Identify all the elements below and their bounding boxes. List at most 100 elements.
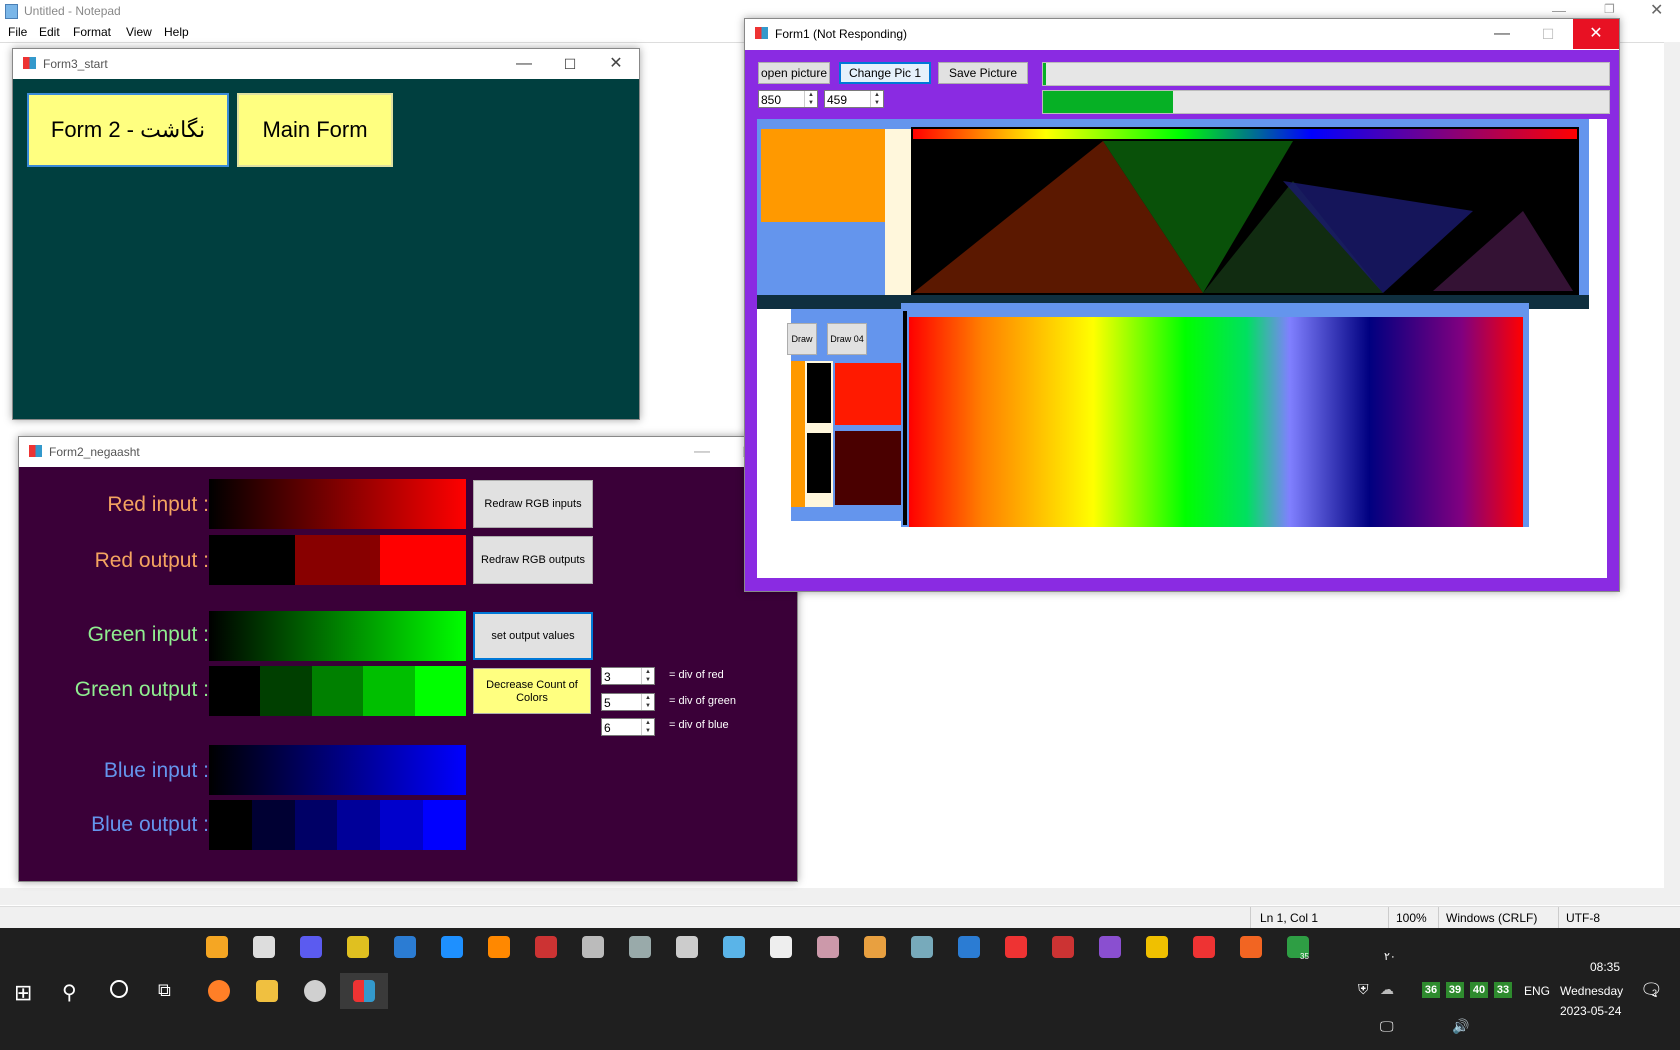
red-input-label: Red input : <box>107 493 209 516</box>
calculator-icon[interactable] <box>676 936 698 958</box>
firefox-icon[interactable] <box>208 980 230 1002</box>
redraw-rgb-inputs-button[interactable]: Redraw RGB inputs <box>473 480 593 528</box>
picture-box: Draw 03 Draw 04 <box>757 119 1607 578</box>
clock-day[interactable]: Wednesday <box>1560 984 1623 998</box>
chat-icon[interactable] <box>300 936 322 958</box>
main-form-button[interactable]: Main Form <box>237 93 393 167</box>
menu-help[interactable]: Help <box>164 25 189 39</box>
blue-output-steps <box>209 800 466 850</box>
form3-window: Form3_start — ☐ ✕ Form 2 - نگاشت Main Fo… <box>12 48 640 420</box>
form2-button[interactable]: Form 2 - نگاشت <box>27 93 229 167</box>
form2-title-bar: Form2_negaasht — ☐ <box>19 437 797 467</box>
file-explorer-icon[interactable] <box>256 980 278 1002</box>
menu-view[interactable]: View <box>126 25 152 39</box>
height-input[interactable]: 459 ▲ ▼ <box>824 90 884 108</box>
thumbnail-left-panel: Draw 03 Draw 04 <box>787 309 901 521</box>
vlc-icon[interactable] <box>488 936 510 958</box>
div-green-input[interactable]: 5 ▲ ▼ <box>601 693 655 711</box>
piano-icon[interactable] <box>770 936 792 958</box>
l-app-icon[interactable] <box>958 936 980 958</box>
close-icon[interactable]: ✕ <box>1573 19 1619 49</box>
cortana-icon[interactable] <box>110 980 128 998</box>
decrease-colors-button[interactable]: Decrease Count of Colors <box>473 668 591 714</box>
volume-icon[interactable]: 🔊 <box>1452 1018 1469 1035</box>
thumbnail-graph <box>911 127 1579 295</box>
search-icon[interactable]: ⚲ <box>62 980 77 1005</box>
language-indicator[interactable]: ENG <box>1524 984 1550 998</box>
close-icon[interactable]: ✕ <box>593 49 639 79</box>
notepad-icon <box>5 4 18 19</box>
change-pic-button[interactable]: Change Pic 1 <box>839 62 931 84</box>
globe-icon[interactable] <box>441 936 463 958</box>
tray-number-3: 40 <box>1470 982 1488 998</box>
menu-edit[interactable]: Edit <box>39 25 60 39</box>
redraw-rgb-outputs-button[interactable]: Redraw RGB outputs <box>473 536 593 584</box>
x-app-icon[interactable] <box>1146 936 1168 958</box>
notepad-status-bar: Ln 1, Col 1 100% Windows (CRLF) UTF-8 <box>0 906 1680 929</box>
spinner-icon[interactable]: ▲ ▼ <box>641 668 654 684</box>
task-view-icon[interactable]: ⧉ <box>158 980 171 1001</box>
network-off-icon[interactable]: ☁ <box>1380 981 1394 998</box>
rainbow-frame <box>901 303 1529 527</box>
drive-icon[interactable] <box>629 936 651 958</box>
palette-icon[interactable] <box>817 936 839 958</box>
vscode-icon[interactable] <box>394 936 416 958</box>
spinner-icon[interactable]: ▲ ▼ <box>641 694 654 710</box>
image-icon[interactable] <box>911 936 933 958</box>
rainbow-gradient <box>909 317 1523 527</box>
net-icon[interactable] <box>582 936 604 958</box>
open-picture-button[interactable]: open picture <box>758 62 830 84</box>
vs-icon[interactable] <box>1099 936 1121 958</box>
spinner-icon[interactable]: ▲ ▼ <box>641 719 654 735</box>
winforms-app-icon[interactable] <box>353 980 375 1002</box>
maximize-icon[interactable]: ☐ <box>1525 19 1571 49</box>
restore-icon[interactable]: ❐ <box>1604 2 1615 16</box>
iv-icon[interactable] <box>1193 936 1215 958</box>
media-icon[interactable] <box>206 936 228 958</box>
save-picture-button[interactable]: Save Picture <box>938 62 1028 84</box>
form1-title: Form1 (Not Responding) <box>775 27 908 41</box>
maximize-icon[interactable]: ☐ <box>547 49 593 79</box>
menu-file[interactable]: File <box>8 25 27 39</box>
orange-app-icon[interactable] <box>1240 936 1262 958</box>
book-icon[interactable] <box>723 936 745 958</box>
paint-icon[interactable] <box>347 936 369 958</box>
div-red-label: = div of red <box>669 669 724 681</box>
cursor-position: Ln 1, Col 1 <box>1260 911 1319 925</box>
vertical-scrollbar[interactable] <box>1664 42 1680 905</box>
form3-title-bar: Form3_start — ☐ ✕ <box>13 49 639 79</box>
grid-app-icon[interactable] <box>1052 936 1074 958</box>
spinner-icon[interactable]: ▲ ▼ <box>870 91 883 107</box>
menu-format[interactable]: Format <box>73 25 111 39</box>
spinner-icon[interactable]: ▲ ▼ <box>804 91 817 107</box>
green-output-steps <box>209 666 467 716</box>
horizontal-scrollbar[interactable] <box>0 888 1664 905</box>
photos-icon[interactable] <box>864 936 886 958</box>
shield-icon[interactable]: ⛨ <box>1358 981 1369 998</box>
tray-number-4: 33 <box>1494 982 1512 998</box>
display-icon[interactable]: 🖵 <box>1380 1018 1394 1035</box>
progress-bar-1 <box>1042 62 1610 86</box>
mic-icon[interactable] <box>253 936 275 958</box>
clock-date[interactable]: 2023-05-24 <box>1560 1004 1621 1018</box>
clock-time[interactable]: 08:35 <box>1590 960 1620 974</box>
div-red-input[interactable]: 3 ▲ ▼ <box>601 667 655 685</box>
div-green-label: = div of green <box>669 695 736 707</box>
width-input[interactable]: 850 ▲ ▼ <box>758 90 818 108</box>
paint-icon[interactable] <box>304 980 326 1002</box>
start-icon[interactable]: ⊞ <box>14 980 32 1006</box>
set-output-values-button[interactable]: set output values <box>473 612 593 660</box>
record-icon[interactable] <box>1005 936 1027 958</box>
minimize-icon[interactable]: — <box>679 437 725 467</box>
flag-icon[interactable] <box>535 936 557 958</box>
thumbnail-screenshot <box>757 119 1589 309</box>
red-output-steps <box>209 535 467 585</box>
div-blue-input[interactable]: 6 ▲ ▼ <box>601 718 655 736</box>
tray-text: ۲۰ <box>1384 951 1396 963</box>
form3-title: Form3_start <box>43 57 108 71</box>
minimize-icon[interactable]: — <box>1479 19 1525 49</box>
close-icon[interactable]: ✕ <box>1650 0 1663 20</box>
minimize-icon[interactable]: — <box>501 49 547 79</box>
minimize-icon[interactable]: — <box>1552 2 1566 18</box>
div-green-value: 5 <box>604 696 611 710</box>
